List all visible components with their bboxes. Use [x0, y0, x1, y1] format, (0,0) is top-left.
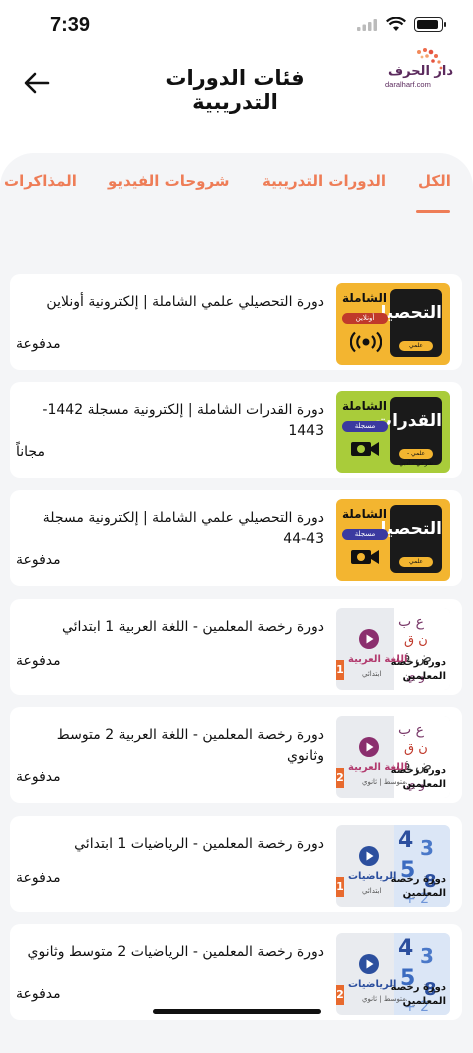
thumb-chip: علمي - شرعي - أدبي — [399, 449, 433, 467]
signal-icon — [357, 19, 377, 31]
svg-text:4: 4 — [398, 936, 413, 961]
course-title: دورة التحصيلي علمي الشاملة | إلكترونية أ… — [46, 294, 324, 310]
course-card[interactable]: ع ب ن ق ض ف و ي دورة رخصة المعلمين اللغة … — [10, 707, 462, 803]
course-price: مدفوعة — [16, 552, 61, 568]
play-icon — [359, 954, 379, 974]
thumb-chip: علمي — [399, 557, 433, 567]
thumb-number: 1 — [336, 660, 344, 680]
thumb-badge: الشاملة — [342, 291, 387, 305]
active-tab-indicator — [416, 210, 450, 213]
course-thumbnail: 4 3 5 8 + 2 دورة رخصة المعلمين الرياضيات … — [336, 825, 450, 907]
tab-video-explanations[interactable]: شروحات الفيديو — [108, 172, 230, 190]
tab-training-courses[interactable]: الدورات التدريبية — [262, 172, 386, 190]
thumb-chip: علمي — [399, 341, 433, 351]
svg-text:ن ق: ن ق — [404, 741, 428, 756]
course-price: مجاناً — [16, 444, 45, 460]
video-icon — [351, 442, 379, 456]
back-arrow-icon[interactable] — [22, 68, 52, 98]
course-card[interactable]: التحصيلي علمي الشاملة أونلاين دورة التحص… — [10, 274, 462, 370]
thumb-subject: اللغة العربية — [348, 762, 408, 773]
category-tabs: الكل الدورات التدريبية شروحات الفيديو ال… — [0, 172, 473, 212]
thumb-number: 2 — [336, 985, 344, 1005]
play-icon — [359, 629, 379, 649]
thumb-pill: مسجلة — [342, 421, 388, 432]
thumb-title-box: التحصيلي علمي — [362, 289, 442, 357]
thumb-title-box: القدرات علمي - شرعي - أدبي — [375, 397, 442, 467]
thumb-level: متوسط | ثانوي — [362, 778, 406, 786]
course-thumbnail: ع ب ن ق ض ف و ي دورة رخصة المعلمين اللغة … — [336, 608, 450, 690]
thumb-title-box: التحصيلي علمي — [362, 505, 442, 573]
course-title: دورة التحصيلي علمي الشاملة | إلكترونية م… — [42, 510, 324, 547]
tab-study-notes[interactable]: المذاكرات — [4, 172, 77, 190]
course-card[interactable]: ع ب ن ق ض ف و ي دورة رخصة المعلمين اللغة … — [10, 599, 462, 695]
course-price: مدفوعة — [16, 336, 61, 352]
course-price: مدفوعة — [16, 769, 61, 785]
svg-text:4: 4 — [398, 828, 413, 853]
course-title: دورة القدرات الشاملة | إلكترونية مسجلة 1… — [42, 402, 324, 439]
thumb-big-title: القدرات — [375, 411, 442, 431]
status-bar: 7:39 — [0, 0, 473, 50]
course-title: دورة رخصة المعلمين - الرياضيات 1 ابتدائي — [74, 836, 324, 852]
course-price: مدفوعة — [16, 986, 61, 1002]
thumb-number: 1 — [336, 877, 344, 897]
wifi-icon — [386, 17, 406, 31]
thumb-level: ابتدائي — [362, 670, 382, 678]
thumb-big-title: التحصيلي — [362, 519, 442, 539]
video-icon — [351, 550, 379, 564]
play-icon — [359, 846, 379, 866]
thumb-pill: أونلاين — [342, 313, 388, 324]
battery-icon — [414, 17, 446, 32]
broadcast-icon — [350, 331, 382, 353]
course-title: دورة رخصة المعلمين - اللغة العربية 2 متو… — [56, 727, 324, 764]
svg-text:ن ق: ن ق — [404, 633, 428, 648]
thumb-badge: الشاملة — [342, 507, 387, 521]
course-price: مدفوعة — [16, 870, 61, 886]
thumb-program-label: دورة رخصة المعلمين — [390, 874, 446, 899]
thumb-pill: مسجلة — [342, 529, 388, 540]
course-card[interactable]: القدرات علمي - شرعي - أدبي الشاملة مسجلة… — [10, 382, 462, 478]
logo-arabic: دار الحرف — [388, 64, 454, 79]
course-thumbnail: القدرات علمي - شرعي - أدبي الشاملة مسجلة — [336, 391, 450, 473]
thumb-badge: الشاملة — [342, 399, 387, 413]
svg-text:3: 3 — [420, 836, 434, 860]
tab-all[interactable]: الكل — [418, 172, 451, 190]
course-thumbnail: التحصيلي علمي الشاملة أونلاين — [336, 283, 450, 365]
page-title: فئات الدورات التدريبية — [165, 66, 305, 114]
logo-url: daralharf.com — [385, 80, 431, 89]
thumb-level: متوسط | ثانوي — [362, 995, 406, 1003]
thumb-subject: الرياضيات — [348, 979, 397, 990]
course-title: دورة رخصة المعلمين - الرياضيات 2 متوسط و… — [27, 944, 324, 960]
thumb-big-title: التحصيلي — [362, 303, 442, 323]
course-card[interactable]: التحصيلي علمي الشاملة مسجلة دورة التحصيل… — [10, 490, 462, 586]
course-thumbnail: ع ب ن ق ض ف و ي دورة رخصة المعلمين اللغة … — [336, 716, 450, 798]
course-thumbnail: 4 3 5 8 + 2 دورة رخصة المعلمين الرياضيات … — [336, 933, 450, 1015]
svg-text:ع ب: ع ب — [398, 614, 425, 630]
course-card[interactable]: 4 3 5 8 + 2 دورة رخصة المعلمين الرياضيات … — [10, 924, 462, 1020]
thumb-level: ابتدائي — [362, 887, 382, 895]
course-price: مدفوعة — [16, 653, 61, 669]
home-indicator[interactable] — [153, 1009, 321, 1014]
svg-text:ع ب: ع ب — [398, 722, 425, 738]
course-card[interactable]: 4 3 5 8 + 2 دورة رخصة المعلمين الرياضيات … — [10, 816, 462, 912]
svg-text:3: 3 — [420, 944, 434, 968]
thumb-subject: الرياضيات — [348, 871, 397, 882]
course-thumbnail: التحصيلي علمي الشاملة مسجلة — [336, 499, 450, 581]
play-icon — [359, 737, 379, 757]
course-title: دورة رخصة المعلمين - اللغة العربية 1 ابت… — [61, 619, 324, 635]
thumb-subject: اللغة العربية — [348, 654, 408, 665]
status-time: 7:39 — [50, 14, 91, 36]
thumb-number: 2 — [336, 768, 344, 788]
